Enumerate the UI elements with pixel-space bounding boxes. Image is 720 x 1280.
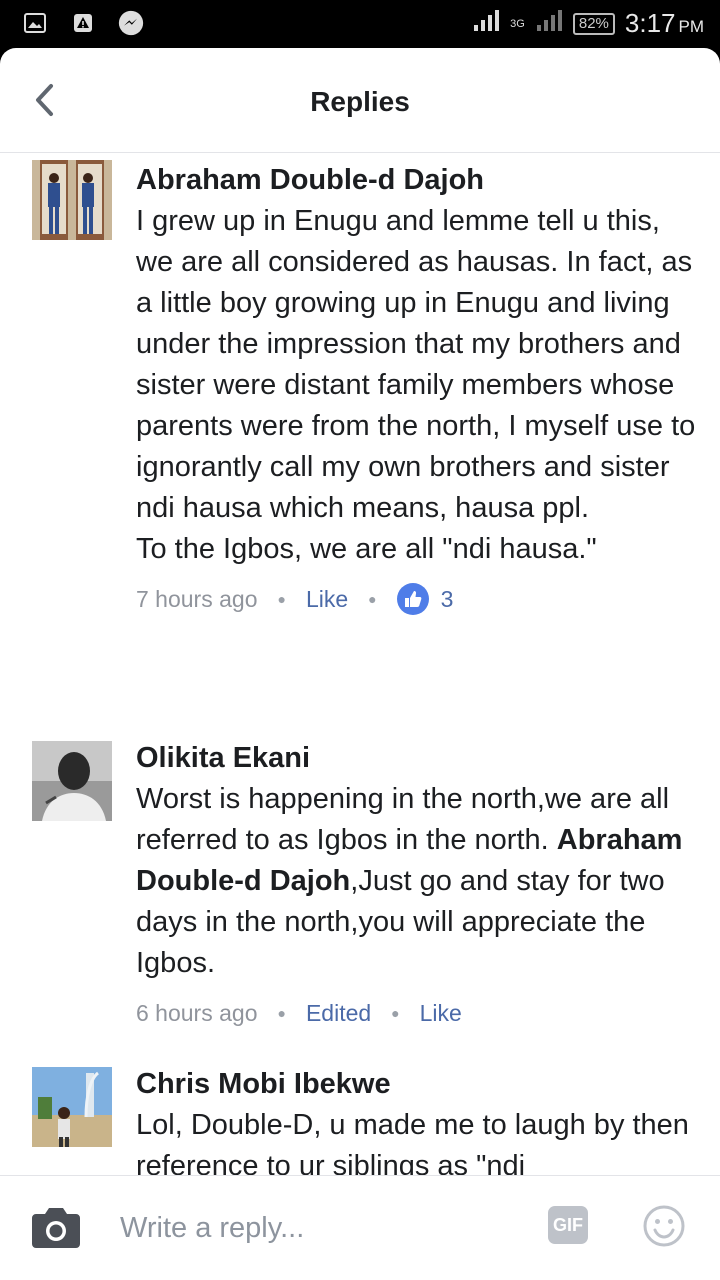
gif-button[interactable]: GIF <box>548 1206 588 1244</box>
battery-indicator: 82% <box>572 12 615 35</box>
warning-notification-icon <box>70 10 96 36</box>
clock: 3:17 PM <box>625 8 704 39</box>
comment-timestamp: 7 hours ago <box>136 585 258 612</box>
comment-meta: 6 hours ago ● Edited ● Like <box>136 996 696 1030</box>
status-bar: 3G 82% 3:17 PM <box>0 0 720 48</box>
comment-text: Lol, Double-D, u made me to laugh by the… <box>136 1109 689 1175</box>
clock-time: 3:17 <box>624 8 676 38</box>
reply-composer: GIF <box>0 1175 720 1280</box>
replies-list[interactable]: Abraham Double-d Dajoh I grew up in Enug… <box>0 153 720 1175</box>
separator-dot: ● <box>277 1005 286 1021</box>
avatar[interactable] <box>32 160 112 240</box>
comment-timestamp: 6 hours ago <box>136 999 258 1026</box>
separator-dot: ● <box>391 1005 400 1021</box>
signal-icon <box>472 9 500 38</box>
avatar[interactable] <box>32 741 112 821</box>
comment-author[interactable]: Olikita Ekani <box>136 738 696 779</box>
comment-body: Olikita Ekani Worst is happening in the … <box>136 738 696 1030</box>
emoji-icon[interactable] <box>642 1204 686 1253</box>
replies-sheet: Replies Abraham Double-d Dajoh I grew up… <box>0 48 720 1280</box>
comment-paragraph: I grew up in Enugu and lemme tell u this… <box>136 205 696 524</box>
network-type-label: 3G <box>510 17 525 30</box>
messenger-notification-icon <box>118 10 144 36</box>
separator-dot: ● <box>277 591 286 607</box>
avatar[interactable] <box>32 1067 112 1147</box>
like-button[interactable]: Like <box>420 1000 462 1027</box>
header: Replies <box>0 48 720 153</box>
comment-body: Chris Mobi Ibekwe Lol, Double-D, u made … <box>136 1064 696 1175</box>
thumbs-up-icon <box>396 583 429 615</box>
gallery-notification-icon <box>22 10 48 36</box>
camera-icon[interactable] <box>30 1204 82 1255</box>
comment-author[interactable]: Abraham Double-d Dajoh <box>136 160 696 201</box>
edited-indicator[interactable]: Edited <box>306 1000 371 1027</box>
comment-text: Worst is happening in the north,we are a… <box>136 779 696 984</box>
signal-icon-2 <box>535 9 563 38</box>
comment-text: I grew up in Enugu and lemme tell u this… <box>136 201 696 570</box>
comment-meta: 7 hours ago ● Like ● 3 <box>136 582 696 616</box>
clock-suffix: PM <box>678 17 705 36</box>
reply-input[interactable] <box>120 1206 500 1250</box>
separator-dot: ● <box>368 591 377 607</box>
like-button[interactable]: Like <box>306 586 348 613</box>
comment-paragraph: To the Igbos, we are all "ndi hausa." <box>136 533 597 565</box>
comment-author[interactable]: Chris Mobi Ibekwe <box>136 1064 696 1105</box>
comment-body: Abraham Double-d Dajoh I grew up in Enug… <box>136 160 696 616</box>
page-title: Replies <box>310 86 410 117</box>
like-count[interactable]: 3 <box>441 586 454 613</box>
